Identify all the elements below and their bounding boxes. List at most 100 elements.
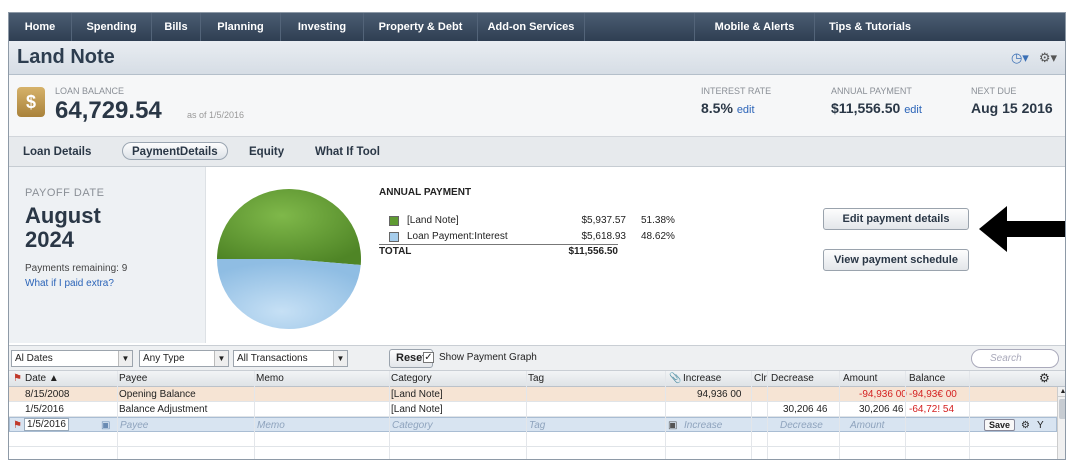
row-amount: 30,206 46 (859, 404, 904, 415)
annual-row-pct: 48.62% (641, 231, 675, 242)
edit-memo-field[interactable]: Memo (257, 418, 285, 433)
nav-add-on-services[interactable]: Add-on Services (478, 13, 585, 41)
edit-amount-field[interactable]: Amount (850, 418, 884, 433)
nav-planning[interactable]: Planning (201, 13, 281, 41)
column-divider (665, 371, 666, 459)
edit-payment-details-button[interactable]: Edit payment details (823, 208, 969, 230)
type-filter-dropdown[interactable]: Any Type ▼ (139, 350, 229, 367)
left-arrow-icon (979, 206, 1065, 252)
calendar-icon[interactable]: ▣ (101, 418, 110, 433)
attachment-icon: 📎 (669, 373, 682, 384)
row-payee: Balance Adjustment (119, 404, 208, 415)
col-memo[interactable]: Memo (256, 371, 284, 386)
nav-mobile-alerts[interactable]: Mobile & Alerts (695, 13, 815, 41)
edit-increase-field[interactable]: Increase (684, 418, 722, 433)
annual-total-label: TOTAL (379, 246, 412, 257)
row-balance: -64,72! 54 (909, 404, 955, 415)
scrollbar-thumb[interactable] (1059, 399, 1065, 419)
date-filter-value: Al Dates (15, 353, 53, 364)
date-filter-dropdown[interactable]: Al Dates ▼ (11, 350, 133, 367)
edit-date-field[interactable]: 1/5/2016 (24, 418, 69, 431)
row-date: 1/5/2016 (25, 404, 64, 415)
nav-property-debt[interactable]: Property & Debt (364, 13, 478, 41)
transactions-filter-dropdown[interactable]: All Transactions ▼ (233, 350, 348, 367)
col-decrease[interactable]: Decrease (771, 371, 814, 386)
column-divider (839, 371, 840, 459)
interest-rate-edit-link[interactable]: edit (737, 104, 755, 116)
annual-payment-value: $11,556.50 (831, 100, 901, 116)
split-icon[interactable]: Υ (1037, 418, 1044, 433)
register-filter-bar: Al Dates ▼ Any Type ▼ All Transactions ▼… (9, 345, 1065, 371)
nav-investing[interactable]: Investing (281, 13, 364, 41)
loan-summary: $ LOAN BALANCE 64,729.54 as of 1/5/2016 … (9, 75, 1065, 137)
interest-rate-stat: INTEREST RATE 8.5% edit (701, 86, 771, 116)
row-category: [Land Note] (391, 389, 443, 400)
column-divider (751, 371, 752, 459)
register-header: ⚑ Date ▲ Payee Memo Category Tag 📎 Incre… (9, 371, 1065, 387)
annual-row-amount: $5,937.57 (581, 215, 627, 226)
view-payment-schedule-button[interactable]: View payment schedule (823, 249, 969, 271)
payments-remaining: Payments remaining: 9 (25, 263, 128, 274)
flag-icon: ⚑ (13, 373, 22, 384)
pie-slice-land-note (217, 188, 361, 266)
gear-icon[interactable]: ⚙ (1039, 371, 1050, 386)
column-divider (117, 371, 118, 459)
chevron-down-icon: ▼ (333, 351, 347, 366)
table-row[interactable]: 1/5/2016 Balance Adjustment [Land Note] … (9, 402, 1057, 417)
show-payment-graph-checkbox[interactable]: ✓ (423, 352, 434, 363)
nav-home[interactable]: Home (9, 13, 72, 41)
gear-icon[interactable]: ⚙ (1021, 418, 1030, 433)
annual-payment-edit-link[interactable]: edit (904, 104, 922, 116)
tab-what-if-tool[interactable]: What If Tool (315, 143, 380, 161)
edit-category-field[interactable]: Category (392, 418, 433, 433)
type-filter-value: Any Type (143, 353, 185, 364)
scroll-up-icon[interactable]: ▲ (1058, 387, 1065, 397)
alarm-clock-icon[interactable]: ◷▾ (1011, 50, 1029, 66)
save-button[interactable]: Save (984, 419, 1016, 431)
money-bag-icon: $ (17, 87, 45, 117)
col-amount[interactable]: Amount (843, 371, 877, 386)
col-tag[interactable]: Tag (528, 371, 544, 386)
col-balance[interactable]: Balance (909, 371, 945, 386)
empty-row (9, 447, 1057, 459)
row-amount: -94,936 00 (859, 389, 907, 400)
tab-payment-details[interactable]: PaymentDetails (122, 142, 228, 160)
pie-slice-interest (217, 259, 361, 329)
loan-balance-label: LOAN BALANCE (55, 86, 125, 96)
row-increase: 94,936 00 (697, 389, 742, 400)
annual-row-name: [Land Note] (407, 215, 459, 226)
chevron-down-icon: ▼ (214, 351, 228, 366)
gear-icon[interactable]: ⚙▾ (1039, 50, 1057, 66)
payoff-panel: PAYOFF DATE August 2024 Payments remaini… (9, 167, 206, 343)
col-increase[interactable]: Increase (683, 371, 721, 386)
tab-equity[interactable]: Equity (249, 143, 284, 161)
nav-bills[interactable]: Bills (152, 13, 201, 41)
col-category[interactable]: Category (391, 371, 432, 386)
nav-spending[interactable]: Spending (72, 13, 152, 41)
col-payee[interactable]: Payee (119, 371, 147, 386)
attachment-icon[interactable]: ▣ (668, 418, 677, 433)
column-divider (969, 371, 970, 459)
transactions-filter-value: All Transactions (237, 353, 308, 364)
what-if-paid-extra-link[interactable]: What if I paid extra? (25, 278, 114, 289)
col-date[interactable]: Date ▲ (25, 371, 59, 386)
edit-payee-field[interactable]: Payee (120, 418, 148, 433)
col-clr[interactable]: Clr (754, 371, 767, 386)
column-divider (526, 371, 527, 459)
annual-row-name: Loan Payment:Interest (407, 231, 508, 242)
nav-tips-tutorials[interactable]: Tips & Tutorials (815, 13, 925, 41)
search-input[interactable]: Search (971, 349, 1059, 368)
annual-payment-breakdown: ANNUAL PAYMENT [Land Note] $5,937.57 51.… (379, 187, 729, 258)
register-scrollbar[interactable]: ▲ (1057, 387, 1065, 459)
row-date: 8/15/2008 (25, 389, 70, 400)
legend-swatch-blue (389, 232, 399, 242)
edit-tag-field[interactable]: Tag (529, 418, 545, 433)
annual-row: Loan Payment:Interest $5,618.93 48.62% (379, 230, 729, 244)
edit-decrease-field[interactable]: Decrease (780, 418, 823, 433)
table-row[interactable]: 8/15/2008 Opening Balance [Land Note] 94… (9, 387, 1057, 402)
new-transaction-row[interactable]: ⚑ 1/5/2016 ▣ Payee Memo Category Tag ▣ I… (9, 417, 1057, 432)
nav-spacer (585, 13, 695, 41)
page-title: Land Note (17, 46, 115, 68)
tab-loan-details[interactable]: Loan Details (23, 143, 91, 161)
annual-row: [Land Note] $5,937.57 51.38% (379, 214, 729, 228)
